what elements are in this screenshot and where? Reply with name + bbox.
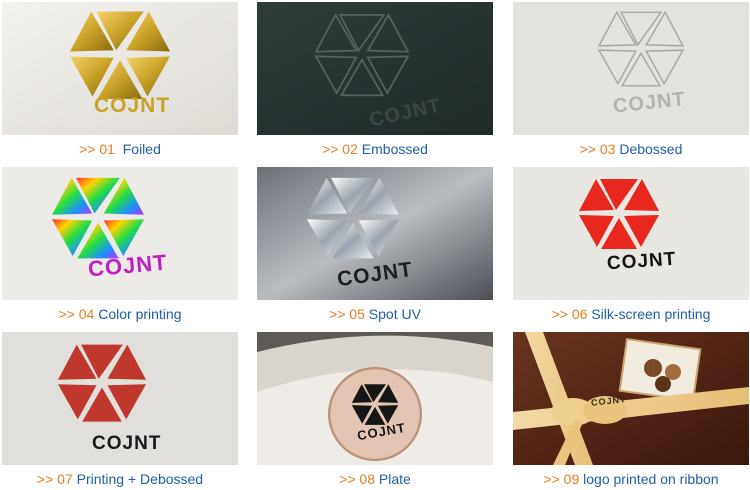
caption-label: Foiled [122, 141, 161, 157]
caption-label: Silk-screen printing [591, 306, 711, 322]
caption-ribbon: >> 09 logo printed on ribbon [513, 468, 749, 490]
caption-number: >> 02 [322, 141, 358, 157]
caption-number: >> 03 [579, 141, 616, 157]
caption-label: Plate [378, 471, 411, 487]
caption-number: >> 06 [551, 306, 588, 322]
logo-text: COJNT [92, 433, 162, 454]
caption-label: Embossed [361, 141, 428, 157]
sample-debossed-image: COJNT [513, 2, 749, 135]
sample-printing-debossed-image: COJNT [2, 332, 238, 465]
sample-ribbon-image: COJNT [513, 332, 749, 465]
caption-embossed: >> 02 Embossed [257, 138, 493, 160]
caption-label: Printing + Debossed [76, 471, 204, 487]
caption-number: >> 05 [329, 306, 365, 322]
caption-number: >> 01 [79, 141, 115, 157]
sample-foiled-image: COJNT [2, 2, 238, 135]
caption-number: >> 07 [36, 471, 73, 487]
caption-number: >> 09 [543, 471, 580, 487]
sample-color-printing-image: COJNT [2, 167, 238, 300]
caption-plate: >> 08 Plate [257, 468, 493, 490]
caption-spot-uv: >> 05 Spot UV [257, 303, 493, 325]
caption-color-printing: >> 04 Color printing [2, 303, 238, 325]
caption-number: >> 08 [339, 471, 375, 487]
sample-plate-image: COJNT [257, 332, 493, 465]
caption-foiled: >> 01 Foiled [2, 138, 238, 160]
caption-label: Debossed [619, 141, 683, 157]
sample-spot-uv-image: COJNT [257, 167, 493, 300]
logo-text: COJNT [94, 94, 171, 117]
caption-silk-screen: >> 06 Silk-screen printing [513, 303, 749, 325]
caption-label: Spot UV [368, 306, 421, 322]
sample-embossed-image: COJNT [257, 2, 493, 135]
caption-printing-debossed: >> 07 Printing + Debossed [2, 468, 238, 490]
caption-number: >> 04 [58, 306, 95, 322]
sample-silk-screen-image: COJNT [513, 167, 749, 300]
caption-debossed: >> 03 Debossed [513, 138, 749, 160]
caption-label: logo printed on ribbon [583, 471, 719, 487]
caption-label: Color printing [98, 306, 182, 322]
